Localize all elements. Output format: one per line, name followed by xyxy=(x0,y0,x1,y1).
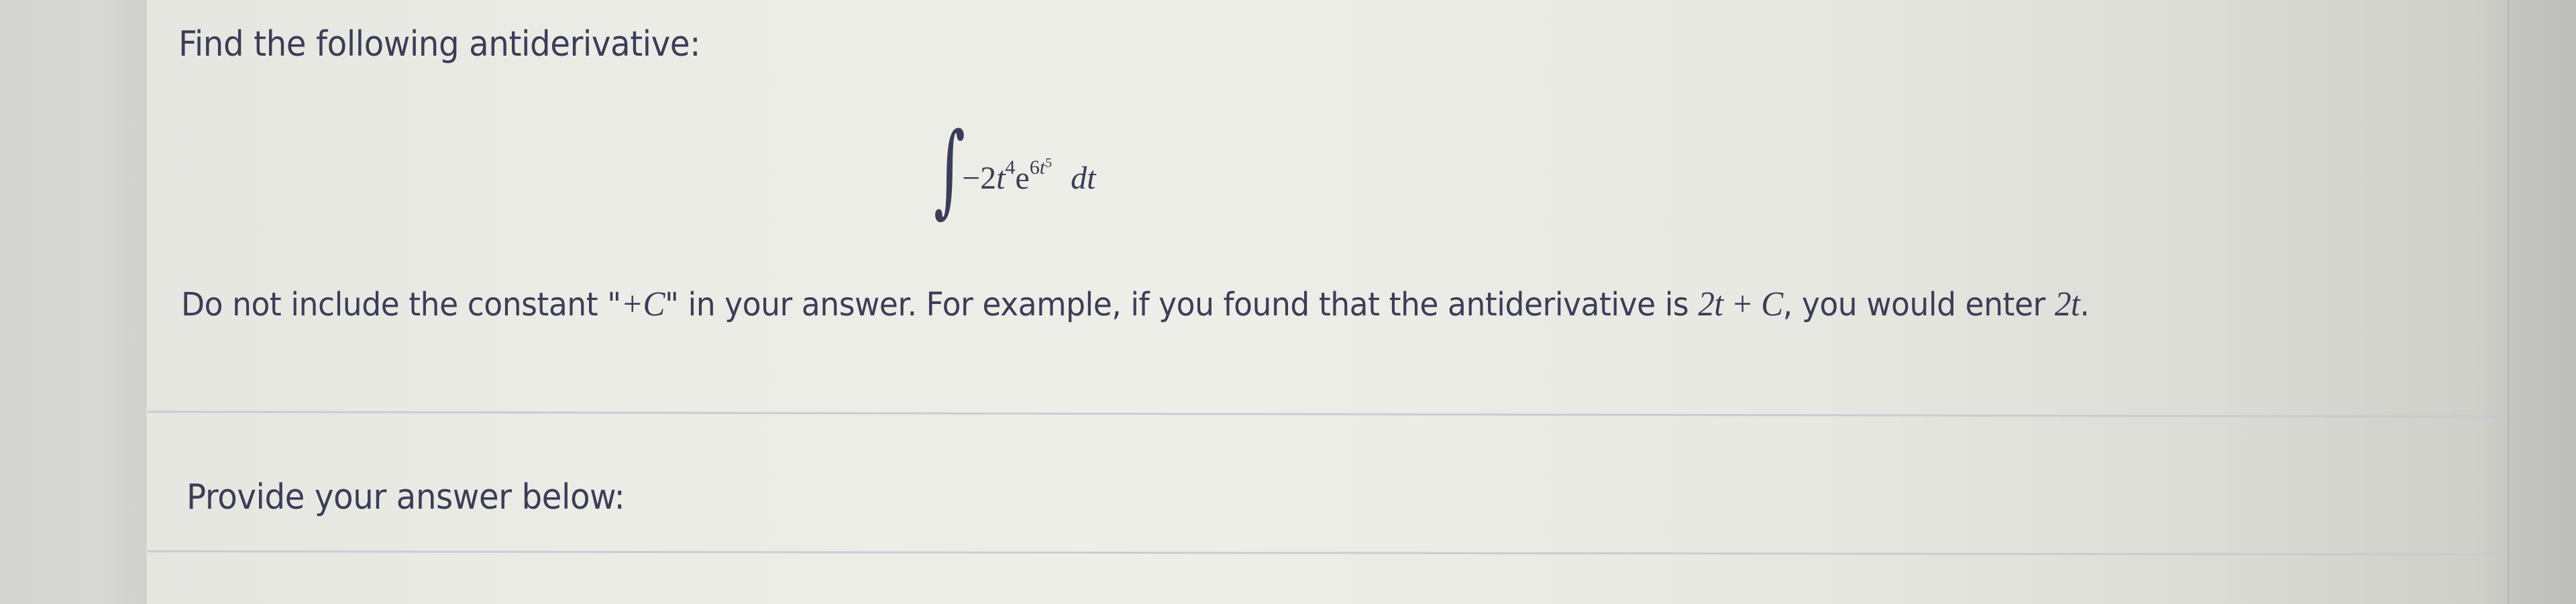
exponent-variable: t xyxy=(1039,156,1046,179)
instructions-text-1: Do not include the constant " xyxy=(181,286,621,323)
integrand-exponent: 4 xyxy=(1005,156,1016,179)
example-answer: 2t xyxy=(2054,285,2080,323)
exponential-exponent: 6t5 xyxy=(1030,156,1052,179)
exponent-variable-power: 5 xyxy=(1045,156,1053,170)
left-gutter xyxy=(0,0,146,604)
integrand: −2t4e6t5 dt xyxy=(962,156,1096,197)
instructions: Do not include the constant "+C" in your… xyxy=(181,279,2348,331)
instructions-text-3: , you would enter xyxy=(1782,286,2055,323)
plus-c-math: +C xyxy=(621,285,665,323)
question-title: Find the following antiderivative: xyxy=(178,24,700,64)
answer-section: Provide your answer below: xyxy=(148,413,2509,550)
integrand-coefficient: −2 xyxy=(962,160,997,196)
instructions-text-4: . xyxy=(2080,286,2090,323)
answer-input-area[interactable] xyxy=(148,554,2509,604)
exponential-base: e xyxy=(1015,160,1030,196)
example-expression: 2t + C xyxy=(1698,285,1783,323)
plus-c: +C xyxy=(621,285,665,323)
differential: dt xyxy=(1071,160,1096,196)
example-expression-math: 2t + C xyxy=(1698,285,1783,323)
integrand-variable: t xyxy=(996,160,1006,196)
question-card: Find the following antiderivative: ∫ −2t… xyxy=(147,0,2509,604)
answer-prompt: Provide your answer below: xyxy=(186,477,625,517)
page: Find the following antiderivative: ∫ −2t… xyxy=(0,0,2576,604)
instructions-text-2: " in your answer. For example, if you fo… xyxy=(664,286,1699,323)
integral-sign: ∫ xyxy=(934,111,965,228)
example-answer-math: 2t xyxy=(2055,285,2080,323)
right-gutter xyxy=(2508,0,2576,604)
exponent-coefficient: 6 xyxy=(1029,156,1040,179)
